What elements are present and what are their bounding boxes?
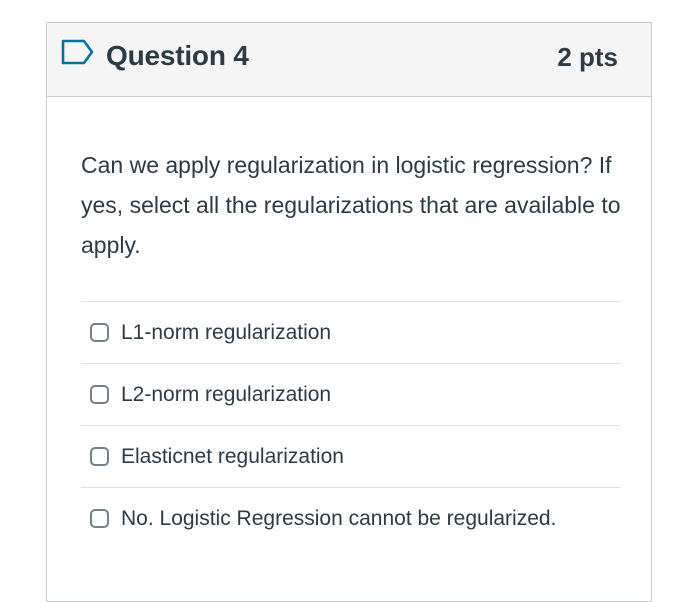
answer-option[interactable]: L1-norm regularization xyxy=(81,301,620,363)
checkbox-icon[interactable] xyxy=(90,509,109,528)
answer-label: No. Logistic Regression cannot be regula… xyxy=(121,506,557,530)
answer-label: L2-norm regularization xyxy=(121,382,332,406)
question-points: 2 pts xyxy=(557,42,618,72)
answer-option[interactable]: L2-norm regularization xyxy=(81,363,620,425)
answer-list: L1-norm regularization L2-norm regulariz… xyxy=(81,301,620,549)
checkbox-icon[interactable] xyxy=(90,385,109,404)
checkbox-icon[interactable] xyxy=(90,447,109,466)
question-header: Question 4 2 pts xyxy=(47,23,651,97)
checkbox-icon[interactable] xyxy=(90,323,109,342)
answer-option[interactable]: No. Logistic Regression cannot be regula… xyxy=(81,487,620,549)
question-title: Question 4 xyxy=(106,40,249,71)
answer-option[interactable]: Elasticnet regularization xyxy=(81,425,620,487)
flag-question-icon[interactable] xyxy=(61,39,95,65)
question-text: Can we apply regularization in logistic … xyxy=(81,152,621,258)
question-card: Question 4 2 pts Can we apply regulariza… xyxy=(46,22,652,602)
answer-label: Elasticnet regularization xyxy=(121,444,344,468)
answer-label: L1-norm regularization xyxy=(121,320,332,344)
